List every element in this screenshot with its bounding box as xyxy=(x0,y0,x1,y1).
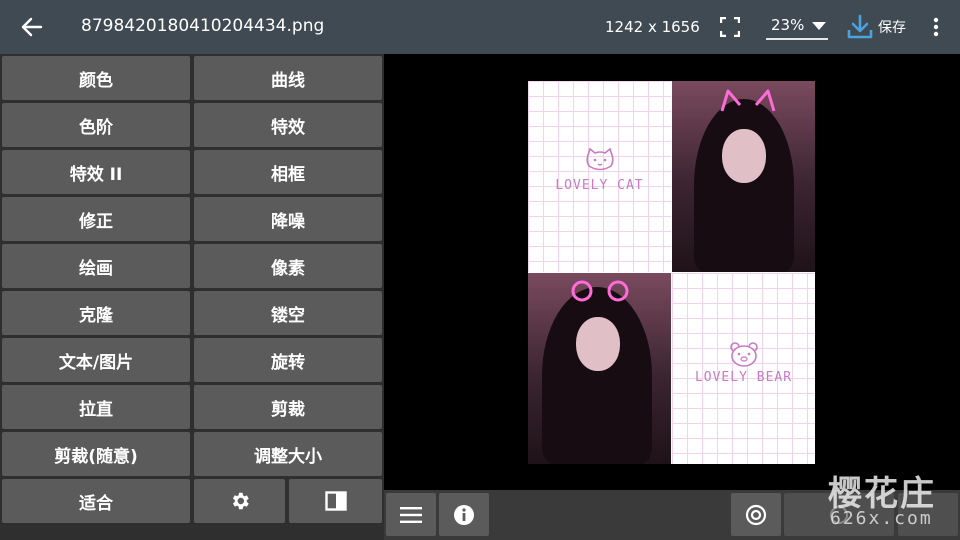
more-vert-icon xyxy=(933,17,939,37)
back-button[interactable] xyxy=(14,11,50,43)
cat-doodle-icon xyxy=(586,147,614,171)
tool-draw-button[interactable]: 绘画 xyxy=(2,244,190,288)
image-panel-photo-2 xyxy=(528,273,671,464)
info-button[interactable] xyxy=(439,493,489,536)
tool-denoise-button[interactable]: 降噪 xyxy=(194,197,382,241)
tool-effects2-button[interactable]: 特效 II xyxy=(2,150,190,194)
zoom-select[interactable]: 23% xyxy=(766,12,828,40)
edited-image: LOVELY CAT LOVELY BEAR xyxy=(528,81,815,464)
tool-clone-button[interactable]: 克隆 xyxy=(2,291,190,335)
target-button[interactable] xyxy=(731,493,781,536)
tool-resize-button[interactable]: 调整大小 xyxy=(194,432,382,476)
tool-straighten-button[interactable]: 拉直 xyxy=(2,385,190,429)
file-name: 8798420180410204434.png xyxy=(81,16,325,36)
bear-ears-icon xyxy=(571,280,629,302)
split-panel-icon xyxy=(324,491,347,511)
fullscreen-icon xyxy=(720,17,740,37)
tool-levels-button[interactable]: 色阶 xyxy=(2,103,190,147)
tool-curves-button[interactable]: 曲线 xyxy=(194,56,382,100)
settings-button[interactable] xyxy=(194,479,285,523)
bear-caption: LOVELY BEAR xyxy=(694,370,793,385)
hair-shape xyxy=(694,99,794,272)
tool-text-image-button[interactable]: 文本/图片 xyxy=(2,338,190,382)
tool-crop-free-button[interactable]: 剪裁(随意) xyxy=(2,432,190,476)
bear-doodle-icon xyxy=(730,342,758,367)
tool-panel: 颜色 曲线 色阶 特效 特效 II 相框 修正 降噪 绘画 像素 克隆 镂空 文… xyxy=(0,54,384,540)
image-panel-cat: LOVELY CAT xyxy=(528,81,671,272)
image-panel-bear: LOVELY BEAR xyxy=(672,273,815,464)
tool-crop-button[interactable]: 剪裁 xyxy=(194,385,382,429)
layout-toggle-button[interactable] xyxy=(289,479,382,523)
hair-shape xyxy=(542,287,652,464)
save-button[interactable]: 保存 xyxy=(846,12,910,42)
menu-button[interactable] xyxy=(386,493,436,536)
image-canvas[interactable]: LOVELY CAT LOVELY BEAR xyxy=(384,54,960,490)
top-app-bar: 8798420180410204434.png 1242 x 1656 23% … xyxy=(0,0,960,54)
tool-hollow-button[interactable]: 镂空 xyxy=(194,291,382,335)
image-dimensions: 1242 x 1656 xyxy=(605,18,700,36)
tool-correct-button[interactable]: 修正 xyxy=(2,197,190,241)
menu-icon xyxy=(400,506,422,523)
save-label: 保存 xyxy=(878,20,906,36)
watermark-url: 626x.com xyxy=(830,508,933,529)
face-shape xyxy=(722,129,766,183)
more-options-button[interactable] xyxy=(924,12,948,42)
tool-fit-button[interactable]: 适合 xyxy=(2,479,190,523)
gear-icon xyxy=(232,492,249,510)
tool-color-button[interactable]: 颜色 xyxy=(2,56,190,100)
fullscreen-button[interactable] xyxy=(714,11,746,43)
tool-rotate-button[interactable]: 旋转 xyxy=(194,338,382,382)
cat-caption: LOVELY CAT xyxy=(555,178,644,193)
zoom-value: 23% xyxy=(771,16,805,34)
download-icon xyxy=(847,14,873,39)
face-shape xyxy=(576,317,620,371)
chevron-down-icon xyxy=(812,22,826,30)
cat-ears-icon xyxy=(720,89,776,112)
info-icon xyxy=(454,504,474,525)
tool-frame-button[interactable]: 相框 xyxy=(194,150,382,194)
tool-effects-button[interactable]: 特效 xyxy=(194,103,382,147)
tool-pixel-button[interactable]: 像素 xyxy=(194,244,382,288)
arrow-back-icon xyxy=(21,17,43,37)
image-panel-photo-1 xyxy=(672,81,815,272)
target-icon xyxy=(745,504,767,525)
